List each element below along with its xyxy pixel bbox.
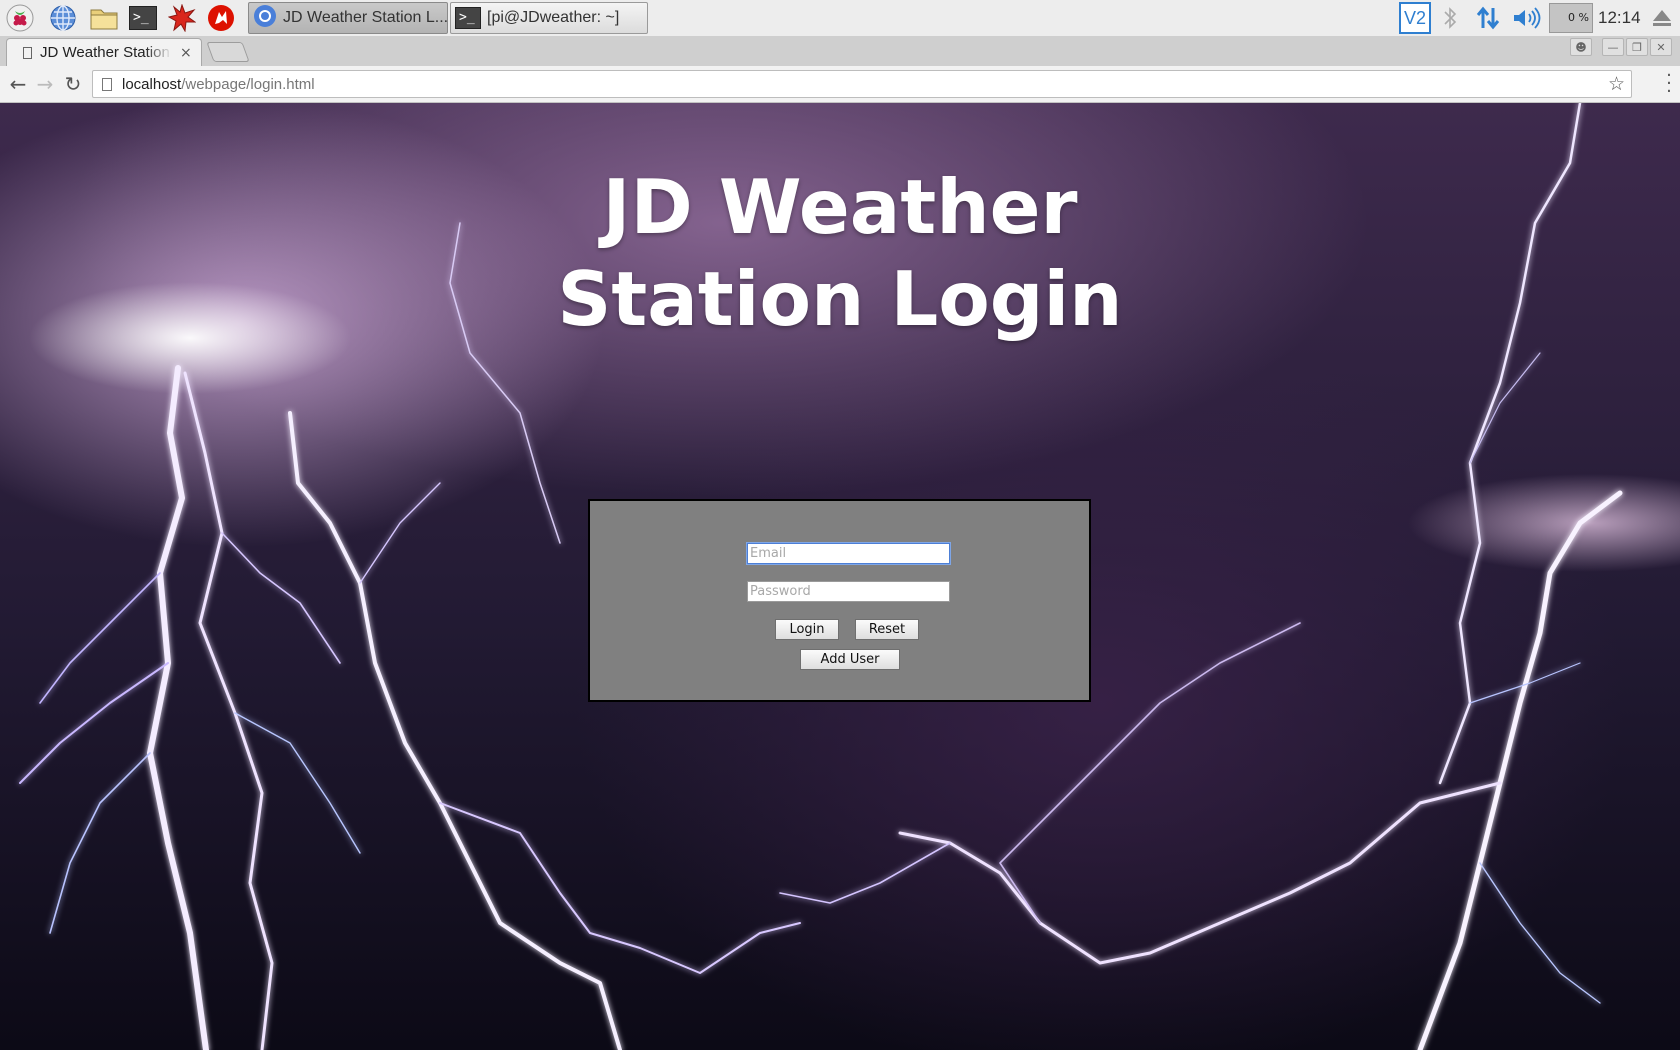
volume-icon[interactable] (1510, 0, 1542, 36)
login-button[interactable]: Login (775, 619, 839, 640)
mathematica-icon[interactable] (167, 3, 197, 33)
email-field[interactable] (747, 543, 950, 564)
reload-icon[interactable]: ↻ (60, 71, 86, 97)
login-form: Login Reset Add User (588, 499, 1091, 702)
task-chromium[interactable]: JD Weather Station L... (248, 2, 448, 34)
new-tab-button[interactable] (206, 42, 250, 62)
terminal-icon[interactable]: >_ (128, 3, 158, 33)
terminal-icon: >_ (455, 7, 481, 29)
forward-icon[interactable]: → (32, 71, 58, 97)
task-label: JD Weather Station L... (283, 9, 448, 26)
page-icon (23, 46, 32, 59)
page-info-icon[interactable] (102, 77, 112, 91)
task-terminal[interactable]: >_ [pi@JDweather: ~] (450, 2, 648, 34)
chromium-icon (253, 4, 277, 32)
taskbar: >_ JD Weather Station L... >_ [pi@JDweat… (0, 0, 1680, 37)
cpu-monitor: 0 % (1549, 0, 1593, 36)
close-window-icon[interactable]: ✕ (1650, 38, 1672, 56)
cpu-usage-label: 0 % (1549, 3, 1593, 33)
raspberry-menu-icon[interactable] (5, 3, 35, 33)
file-manager-icon[interactable] (89, 3, 119, 33)
bookmark-star-icon[interactable]: ☆ (1608, 73, 1625, 95)
add-user-button[interactable]: Add User (800, 649, 900, 670)
task-label: [pi@JDweather: ~] (487, 9, 620, 26)
page-content: JD Weather Station Login Login Reset Add… (0, 103, 1680, 1050)
clock[interactable]: 12:14 (1598, 0, 1641, 36)
browser-menu-icon[interactable]: · · · (1666, 67, 1672, 101)
tab-login-page[interactable]: JD Weather Station Login × (6, 38, 202, 66)
tab-close-icon[interactable]: × (180, 45, 192, 61)
eject-icon[interactable] (1648, 0, 1676, 36)
address-path: /webpage/login.html (181, 75, 315, 93)
address-host: localhost (122, 75, 182, 93)
wolfram-icon[interactable] (206, 3, 236, 33)
reset-button[interactable]: Reset (855, 619, 919, 640)
tab-title: JD Weather Station Login (40, 44, 172, 61)
network-icon[interactable] (1473, 0, 1503, 36)
page-title: JD Weather Station Login (400, 161, 1280, 345)
browser-toolbar: ← → ↻ localhost/webpage/login.html ☆ · · · (0, 66, 1680, 103)
tab-strip: JD Weather Station Login × (0, 36, 1680, 66)
bluetooth-icon[interactable] (1438, 0, 1462, 36)
page-title-line-2: Station Login (557, 255, 1123, 343)
restore-icon[interactable]: ❐ (1626, 38, 1648, 56)
password-field[interactable] (747, 581, 950, 602)
minimize-icon[interactable]: — (1602, 38, 1624, 56)
profile-icon[interactable]: ☻ (1570, 38, 1592, 56)
address-bar[interactable]: localhost/webpage/login.html ☆ (92, 70, 1632, 98)
page-title-line-1: JD Weather (602, 163, 1078, 251)
vnc-label: V2 (1399, 2, 1431, 34)
back-icon[interactable]: ← (5, 71, 31, 97)
vnc-icon[interactable]: V2 (1397, 0, 1433, 36)
web-browser-icon[interactable] (48, 3, 78, 33)
